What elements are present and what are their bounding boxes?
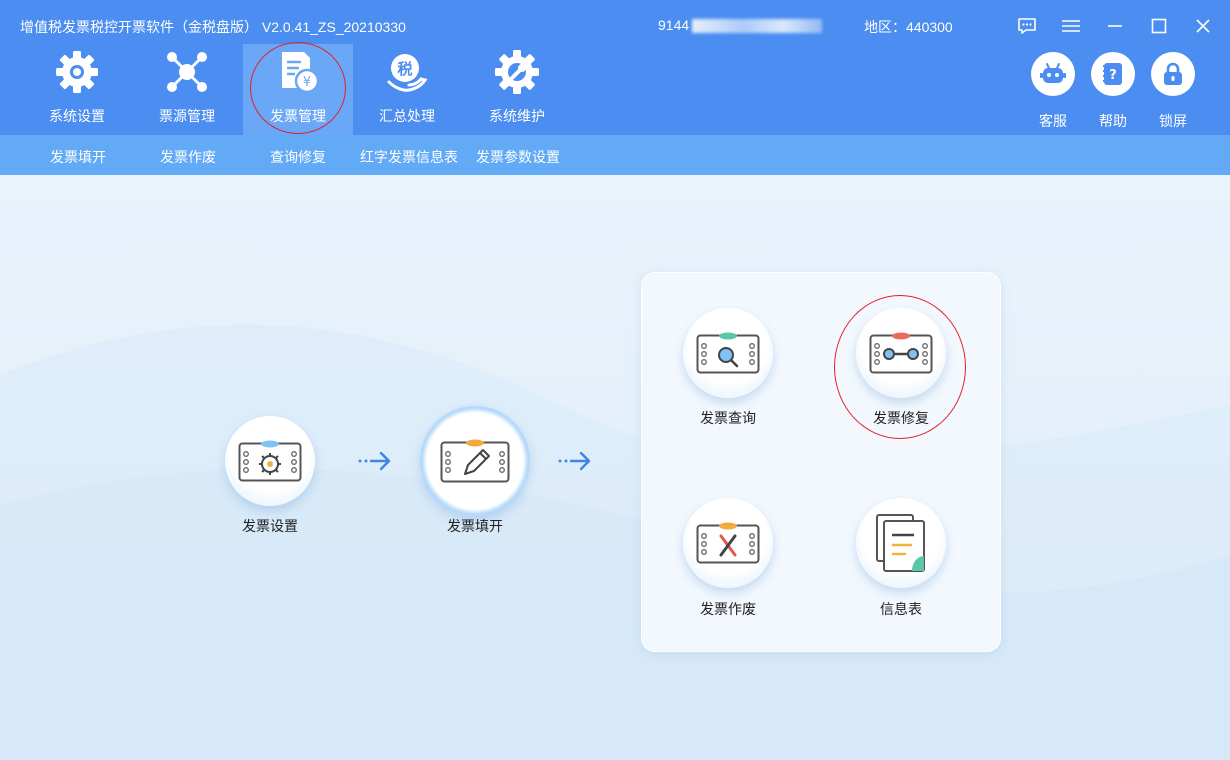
- invoice-void-icon: [696, 522, 760, 564]
- svg-text:?: ?: [1109, 68, 1117, 83]
- invoice-query-icon: [696, 332, 760, 374]
- tab-ticket-source[interactable]: 票源管理: [132, 44, 242, 135]
- invoice-repair-button[interactable]: [856, 308, 946, 398]
- invoice-settings-icon: [238, 440, 302, 482]
- svg-text:税: 税: [397, 60, 412, 78]
- wrench-gear-icon: [495, 50, 539, 94]
- robot-icon: [1040, 63, 1066, 83]
- network-icon: [167, 52, 207, 92]
- tab-system-settings[interactable]: 系统设置: [22, 44, 132, 135]
- submenu-invoice-issue[interactable]: 发票填开: [50, 147, 106, 167]
- invoice-void-label: 发票作废: [700, 601, 756, 617]
- tab-summary-processing[interactable]: 税 汇总处理: [352, 44, 462, 135]
- lock-icon: [1164, 62, 1182, 85]
- gear-icon: [56, 51, 98, 93]
- help-button[interactable]: ?: [1091, 52, 1135, 96]
- lock-screen-button[interactable]: [1151, 52, 1195, 96]
- region-label: 地区：440300: [864, 19, 953, 35]
- minimize-icon[interactable]: [1103, 14, 1127, 38]
- submenu-invoice-params[interactable]: 发票参数设置: [476, 147, 560, 167]
- tab-label: 系统设置: [49, 108, 105, 124]
- lock-screen-label: 锁屏: [1159, 113, 1187, 129]
- info-sheet-label: 信息表: [880, 601, 922, 617]
- invoice-yen-icon: ¥: [282, 52, 320, 94]
- info-sheet-button[interactable]: [856, 498, 946, 588]
- help-label: 帮助: [1099, 113, 1127, 129]
- invoice-query-label: 发票查询: [700, 410, 756, 426]
- maximize-icon[interactable]: [1147, 14, 1171, 38]
- close-icon[interactable]: [1191, 14, 1215, 38]
- tab-label: 汇总处理: [379, 108, 435, 124]
- background-wave: [0, 324, 1230, 760]
- invoice-settings-label: 发票设置: [242, 518, 298, 534]
- help-book-icon: ?: [1103, 63, 1122, 85]
- flow-arrow-icon: [558, 451, 591, 471]
- svg-text:¥: ¥: [303, 75, 311, 90]
- invoice-issue-label: 发票填开: [447, 518, 503, 534]
- invoice-repair-icon: [869, 332, 933, 374]
- tax-id: 9144: [658, 17, 690, 33]
- tab-label: 票源管理: [159, 108, 215, 124]
- header-bar: 增值税发票税控开票软件（金税盘版） V2.0.41_ZS_20210330 91…: [0, 0, 1230, 135]
- submenu-query-repair[interactable]: 查询修复: [270, 147, 326, 167]
- tab-label: 系统维护: [489, 108, 545, 124]
- menu-icon[interactable]: [1059, 14, 1083, 38]
- invoice-void-button[interactable]: [683, 498, 773, 588]
- sub-menu-bar: 发票填开 发票作废 查询修复 红字发票信息表 发票参数设置: [0, 135, 1230, 175]
- info-sheet-icon: [876, 514, 925, 572]
- flow-arrow-icon: [358, 451, 391, 471]
- submenu-invoice-void[interactable]: 发票作废: [160, 147, 216, 167]
- main-content: [0, 175, 1230, 760]
- tax-summary-icon: 税: [387, 54, 428, 92]
- submenu-red-invoice-info[interactable]: 红字发票信息表: [360, 147, 458, 167]
- tab-invoice-management[interactable]: ¥ 发票管理: [243, 44, 353, 135]
- customer-service-label: 客服: [1039, 113, 1067, 129]
- app-title: 增值税发票税控开票软件（金税盘版） V2.0.41_ZS_20210330: [20, 19, 406, 35]
- feedback-icon[interactable]: [1015, 14, 1039, 38]
- tax-id-redacted: [692, 19, 822, 33]
- invoice-edit-icon: [440, 439, 510, 483]
- invoice-settings-button[interactable]: [225, 416, 315, 506]
- invoice-issue-button[interactable]: [420, 406, 530, 516]
- invoice-repair-label: 发票修复: [873, 410, 929, 426]
- invoice-query-button[interactable]: [683, 308, 773, 398]
- customer-service-button[interactable]: [1031, 52, 1075, 96]
- tab-system-maintenance[interactable]: 系统维护: [462, 44, 572, 135]
- tab-label: 发票管理: [270, 108, 326, 124]
